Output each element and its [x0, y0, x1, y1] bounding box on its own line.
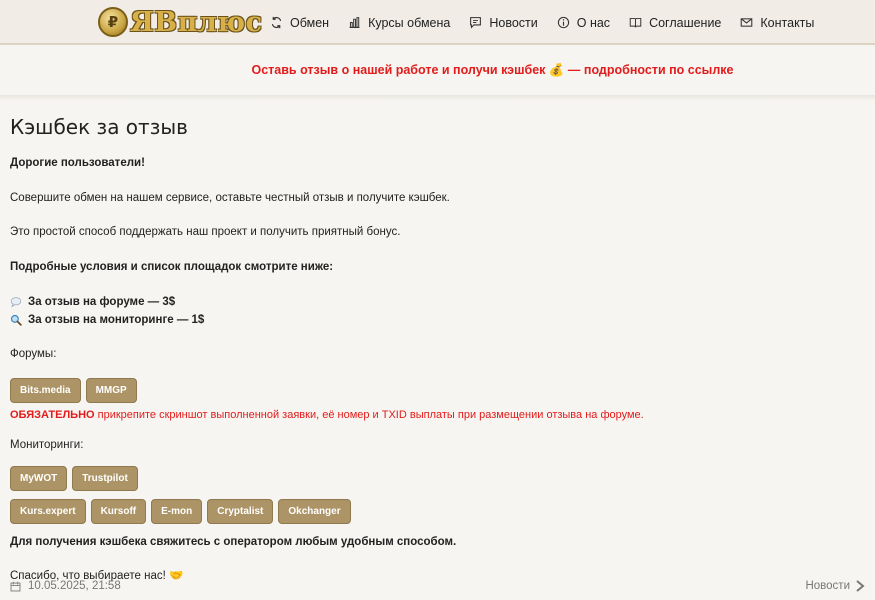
nav-news[interactable]: Новости: [469, 15, 538, 30]
monitorings-tags-row1: MyWOT Trustpilot: [10, 465, 865, 491]
logo[interactable]: ₽ ЯВплюс: [98, 6, 263, 38]
greeting: Дорогие пользователи!: [10, 157, 145, 169]
mail-icon: [741, 18, 753, 27]
next-news-link[interactable]: Новости: [805, 580, 865, 592]
page-title: Кэшбек за отзыв: [10, 115, 188, 139]
contact-text: Для получения кэшбека свяжитесь с операт…: [10, 535, 457, 548]
tag-mywot[interactable]: MyWOT: [10, 465, 68, 491]
nav-contacts[interactable]: Контакты: [740, 16, 814, 30]
forums-heading: Форумы:: [10, 347, 57, 360]
nav-exchange[interactable]: Обмен: [270, 16, 329, 30]
main-nav: Обмен Курсы обмена Новости О нас Соглаше…: [270, 0, 833, 45]
calendar-icon: [10, 581, 21, 591]
support-paragraph: Это простой способ поддержать наш проект…: [10, 226, 401, 239]
reward-monitoring-text: За отзыв на мониторинге — 1$: [28, 313, 205, 326]
nav-label: Курсы обмена: [368, 15, 451, 30]
logo-text: ЯВплюс: [130, 6, 263, 38]
reward-forum-text: За отзыв на форуме — 3$: [28, 295, 176, 308]
nav-label: Контакты: [760, 15, 815, 30]
chevron-right-icon: [856, 580, 865, 592]
reward-monitoring: За отзыв на мониторинге — 1$: [10, 314, 865, 326]
article: Кэшбек за отзыв Дорогие пользователи! Со…: [0, 101, 875, 583]
info-icon: [557, 16, 569, 29]
conditions-text: Подробные условия и список площадок смот…: [10, 260, 334, 273]
forums-tags: Bits.media MMGP: [10, 378, 865, 404]
nav-label: Соглашение: [649, 15, 722, 30]
post-date: 10.05.2025, 21:58: [10, 580, 121, 592]
article-footer: 10.05.2025, 21:58 Новости: [10, 580, 865, 592]
nav-label: О нас: [576, 15, 611, 30]
tag-cryptalist[interactable]: Cryptalist: [207, 498, 274, 524]
chart-icon: [349, 17, 360, 28]
mandatory-notice: ОБЯЗАТЕЛЬНО прикрепите скриншот выполнен…: [10, 409, 865, 421]
nav-label: Новости: [489, 15, 538, 30]
tag-okchanger[interactable]: Okchanger: [278, 498, 351, 524]
monitorings-tags-row2: Kurs.expert Kursoff E-mon Cryptalist Okc…: [10, 498, 865, 524]
coin-icon: ₽: [98, 7, 128, 37]
chat-icon: [470, 17, 482, 29]
nav-about[interactable]: О нас: [557, 16, 610, 30]
nav-rates[interactable]: Курсы обмена: [348, 16, 450, 30]
next-label: Новости: [805, 580, 850, 592]
date-text: 10.05.2025, 21:58: [28, 580, 121, 592]
promo-text[interactable]: Оставь отзыв о нашей работе и получи кэш…: [252, 63, 734, 78]
intro-paragraph: Совершите обмен на нашем сервисе, оставь…: [10, 191, 450, 204]
tag-trustpilot[interactable]: Trustpilot: [72, 465, 138, 491]
nav-label: Обмен: [290, 15, 330, 30]
reward-forum: За отзыв на форуме — 3$: [10, 296, 865, 308]
magnifier-icon: [10, 314, 22, 326]
speech-bubble-icon: [10, 296, 22, 308]
promo-banner[interactable]: Оставь отзыв о нашей работе и получи кэш…: [0, 45, 875, 95]
mandatory-text: прикрепите скриншот выполненной заявки, …: [94, 409, 644, 422]
tag-kursoff[interactable]: Kursoff: [90, 498, 147, 524]
site-header: ₽ ЯВплюс Обмен Курсы обмена Новости О на…: [0, 0, 875, 45]
tag-e-mon[interactable]: E-mon: [151, 498, 203, 524]
tag-mmgp[interactable]: MMGP: [85, 378, 137, 404]
tag-bits-media[interactable]: Bits.media: [10, 378, 81, 404]
mandatory-bold: ОБЯЗАТЕЛЬНО: [10, 409, 95, 422]
monitorings-heading: Мониторинги:: [10, 439, 84, 452]
tag-kurs-expert[interactable]: Kurs.expert: [10, 498, 86, 524]
book-icon: [629, 17, 642, 28]
exchange-icon: [271, 16, 282, 29]
nav-agreement[interactable]: Соглашение: [629, 16, 721, 30]
